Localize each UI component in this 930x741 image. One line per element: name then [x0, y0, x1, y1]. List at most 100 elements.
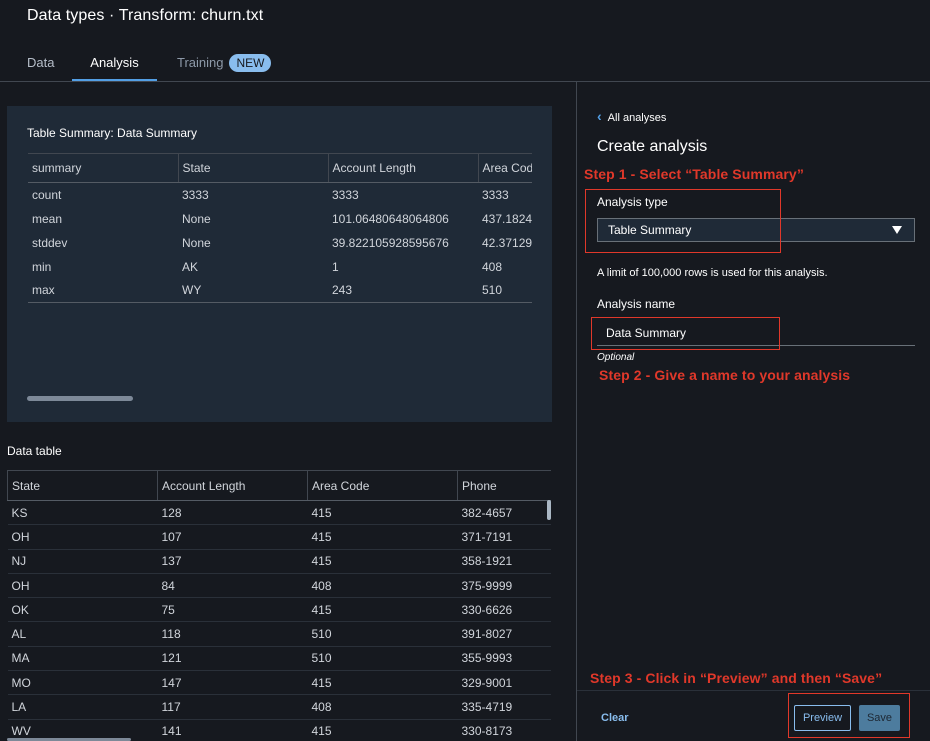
all-analyses-link[interactable]: ‹ All analyses: [597, 108, 666, 124]
chevron-left-icon: ‹: [597, 108, 602, 124]
clear-button[interactable]: Clear: [601, 712, 629, 724]
data-table-label: Data table: [7, 444, 62, 458]
tab-training[interactable]: Training NEW: [177, 46, 272, 81]
tab-analysis[interactable]: Analysis: [72, 46, 157, 81]
table-cell: 415: [307, 597, 458, 623]
data-col-header[interactable]: Phone: [457, 470, 551, 501]
summary-cell: 408: [482, 259, 503, 274]
summary-row: mean None 101.06480648064806 437.1824: [28, 207, 532, 231]
step3-annotation: Step 3 - Click in “Preview” and then “Sa…: [590, 670, 883, 686]
tab-bar: Data Analysis Training NEW: [0, 46, 930, 82]
table-row: KS 128 415 382-4657: [7, 500, 551, 526]
table-row: MO 147 415 329-9001: [7, 670, 551, 696]
summary-cell: AK: [182, 259, 199, 274]
table-cell: 510: [307, 646, 458, 672]
table-row: LA 117 408 335-4719: [7, 694, 551, 720]
step1-annotation: Step 1 - Select “Table Summary”: [584, 166, 804, 182]
table-cell: 415: [307, 524, 458, 550]
table-cell: 330-8173: [457, 719, 551, 741]
table-cell: NJ: [7, 549, 158, 574]
summary-cell: 42.37129: [482, 235, 532, 250]
summary-col-header[interactable]: summary: [28, 153, 179, 183]
summary-cell: 101.06480648064806: [332, 211, 449, 226]
table-cell: OH: [7, 573, 158, 599]
new-badge: NEW: [229, 54, 272, 72]
summary-cell: mean: [32, 211, 63, 226]
table-cell: 128: [157, 500, 308, 526]
summary-cell: min: [32, 259, 52, 274]
optional-hint: Optional: [597, 352, 635, 363]
data-table-vertical-scrollbar[interactable]: [547, 500, 551, 520]
summary-cell: max: [28, 278, 178, 303]
summary-cell: stddev: [32, 235, 68, 250]
caret-down-icon: [892, 226, 902, 234]
summary-cell: 3333: [332, 187, 359, 202]
table-cell: OH: [7, 524, 158, 550]
data-col-header[interactable]: Account Length: [157, 470, 308, 501]
table-cell: 137: [157, 549, 308, 574]
step3-highlight-box: [788, 693, 910, 738]
table-cell: MA: [7, 646, 158, 672]
table-cell: 415: [307, 670, 458, 696]
table-cell: AL: [7, 621, 158, 647]
table-cell: 371-7191: [457, 524, 551, 550]
data-col-header[interactable]: State: [7, 470, 158, 501]
table-cell: 415: [307, 549, 458, 574]
summary-cell: 39.822105928595676: [332, 235, 449, 250]
summary-row: max WY 243 510: [28, 278, 532, 303]
table-cell: 84: [157, 573, 308, 599]
table-cell: 382-4657: [457, 500, 551, 526]
summary-panel: Table Summary: Data Summary summary Stat…: [7, 106, 552, 422]
table-cell: KS: [7, 500, 158, 526]
table-cell: 147: [157, 670, 308, 696]
table-cell: 330-6626: [457, 597, 551, 623]
summary-cell: WY: [178, 278, 328, 303]
tab-data[interactable]: Data: [27, 46, 54, 81]
summary-cell: count: [32, 187, 62, 202]
summary-cell: 437.1824: [482, 211, 532, 226]
step1-highlight-box: [585, 189, 781, 253]
row-limit-note: A limit of 100,000 rows is used for this…: [597, 267, 828, 279]
table-row: MA 121 510 355-9993: [7, 646, 551, 672]
table-cell: 415: [307, 500, 458, 526]
page-title: Data types · Transform: churn.txt: [27, 7, 264, 24]
step2-highlight-box: [591, 317, 780, 350]
summary-cell: 3333: [482, 187, 509, 202]
table-cell: 107: [157, 524, 308, 550]
table-cell: 75: [157, 597, 308, 623]
table-cell: 408: [307, 694, 458, 720]
table-row: OH 107 415 371-7191: [7, 524, 551, 550]
summary-cell: None: [182, 211, 211, 226]
summary-col-header[interactable]: Account Length: [328, 153, 479, 183]
table-cell: 358-1921: [457, 549, 551, 574]
panel-divider: [576, 82, 577, 741]
table-cell: 415: [307, 719, 458, 741]
table-cell: 121: [157, 646, 308, 672]
step2-annotation: Step 2 - Give a name to your analysis: [599, 367, 851, 383]
summary-row: stddev None 39.822105928595676 42.37129: [28, 231, 532, 255]
summary-col-header[interactable]: Area Code: [478, 153, 532, 183]
table-cell: 355-9993: [457, 646, 551, 672]
summary-table: summary State Account Length Area Code c…: [28, 153, 532, 303]
summary-cell: None: [182, 235, 211, 250]
table-cell: MO: [7, 670, 158, 696]
table-cell: LA: [7, 694, 158, 720]
table-cell: 335-4719: [457, 694, 551, 720]
table-cell: 117: [157, 694, 308, 720]
summary-horizontal-scrollbar[interactable]: [27, 396, 133, 401]
all-analyses-label: All analyses: [607, 112, 667, 124]
summary-cell: 510: [478, 278, 532, 303]
summary-row: min AK 1 408: [28, 255, 532, 279]
summary-title: Table Summary: Data Summary: [27, 126, 198, 140]
summary-col-header[interactable]: State: [178, 153, 329, 183]
table-row: AL 118 510 391-8027: [7, 621, 551, 647]
table-cell: OK: [7, 597, 158, 623]
table-cell: 510: [307, 621, 458, 647]
table-cell: 391-8027: [457, 621, 551, 647]
create-analysis-title: Create analysis: [597, 138, 708, 155]
table-cell: 118: [157, 621, 308, 647]
tab-training-label: Training: [177, 55, 224, 70]
data-col-header[interactable]: Area Code: [307, 470, 458, 501]
table-row: OK 75 415 330-6626: [7, 597, 551, 623]
table-cell: 141: [157, 719, 308, 741]
